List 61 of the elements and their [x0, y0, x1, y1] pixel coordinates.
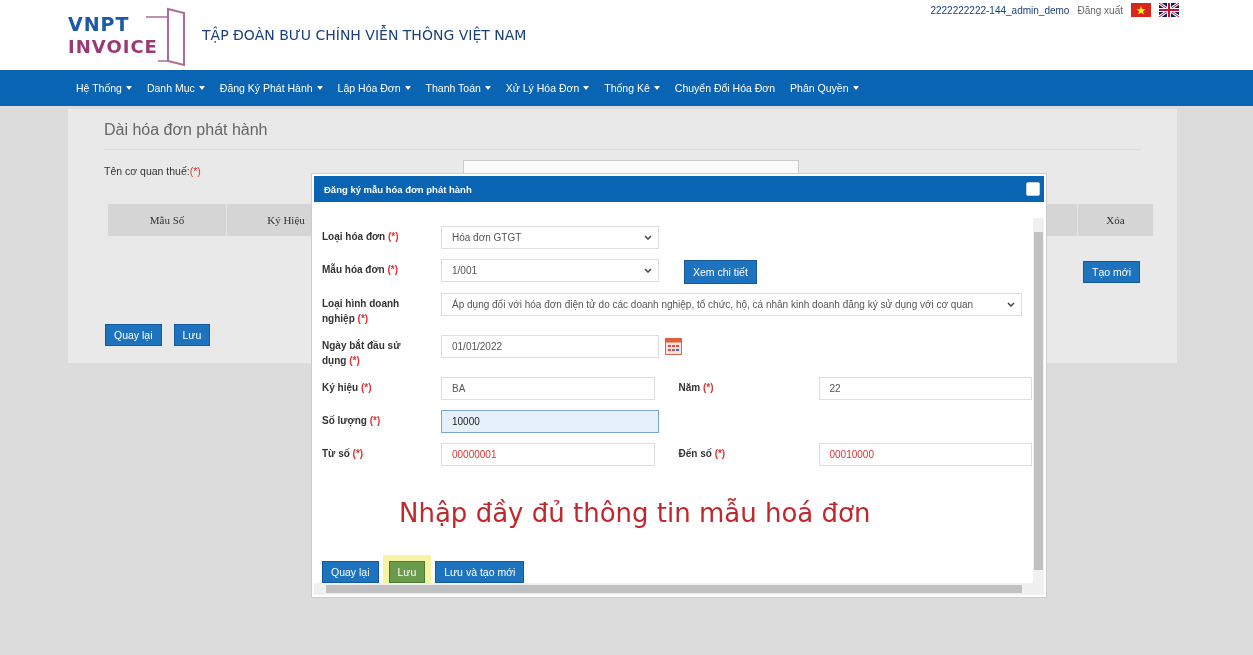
save-button[interactable]: Lưu: [388, 561, 426, 583]
text-field[interactable]: 22: [818, 377, 1032, 400]
create-button[interactable]: Tạo mới: [1083, 261, 1140, 283]
field-label: Mẫu hóa đơn (*): [322, 262, 399, 277]
text-field[interactable]: 00010000: [818, 443, 1032, 466]
view-details-button[interactable]: Xem chi tiết: [684, 260, 757, 284]
calendar-icon[interactable]: [665, 338, 682, 355]
nav-menu-item[interactable]: Lập Hóa Đơn: [337, 82, 411, 94]
nav-menu-item[interactable]: Thanh Toán: [425, 82, 491, 94]
text-field[interactable]: 10000: [441, 410, 659, 433]
field-label: Từ số (*): [322, 447, 365, 461]
select-field[interactable]: 1/001: [441, 259, 659, 282]
subtitle-caption: Nhập đầy đủ thông tin mẫu hoá đơn: [398, 497, 872, 530]
text-field[interactable]: BA: [441, 377, 655, 400]
page-title: Dài hóa đơn phát hành: [104, 121, 268, 139]
nav-menu-item[interactable]: Phân Quyền: [790, 82, 859, 94]
caret-icon: [198, 86, 205, 90]
horizontal-scrollbar[interactable]: [314, 583, 1044, 595]
nav-menu-item[interactable]: Thống Kê: [604, 82, 660, 94]
column-header: Xóa: [1077, 204, 1153, 236]
user-name: 2222222222-144_admin_demo: [930, 4, 1070, 16]
save-button[interactable]: Lưu: [173, 324, 211, 346]
field-label: Năm (*): [678, 381, 715, 395]
field-label: Số lượng (*): [322, 414, 382, 428]
save-and-new-button[interactable]: Lưu và tạo mới: [435, 561, 525, 583]
field-label: Ký hiệu (*): [322, 381, 373, 395]
caret-icon: [852, 86, 859, 90]
field-label: Loại hình doanh nghiệp (*): [322, 297, 401, 326]
uk-flag-icon[interactable]: [1159, 3, 1179, 17]
caret-icon: [583, 86, 590, 90]
back-button[interactable]: Quay lại: [322, 561, 379, 583]
chevron-down-icon: [644, 268, 652, 273]
caret-icon: [316, 86, 323, 90]
vietnam-flag-icon[interactable]: [1131, 3, 1151, 17]
logo-text: VNPT: [68, 14, 131, 34]
nav-menu-item[interactable]: Đăng Ký Phát Hành: [219, 82, 323, 94]
select-field[interactable]: Hóa đơn GTGT: [441, 226, 659, 249]
nav-menu-item[interactable]: Danh Mục: [146, 82, 205, 94]
field-label: Ngày bắt đầu sử dụng (*): [322, 338, 402, 368]
vertical-scrollbar[interactable]: [1033, 218, 1044, 584]
back-button[interactable]: Quay lại: [105, 324, 162, 346]
nav-menu-item[interactable]: Chuyển Đổi Hóa Đơn: [674, 82, 776, 94]
field-label: Tên cơ quan thuế:(*): [104, 165, 201, 177]
select-field[interactable]: Áp dụng đối với hóa đơn điện tử do các doanh nghiệp, tổ chức, hộ, cá nhân kinh doanh đăng ký sử dụng với cơ quan: [441, 293, 1022, 316]
field-label: Đến số (*): [678, 447, 727, 461]
caret-icon: [653, 86, 660, 90]
nav-menu-item[interactable]: Xử Lý Hóa Đơn: [505, 82, 590, 94]
chevron-down-icon: [644, 235, 652, 240]
date-field[interactable]: 01/01/2022: [441, 335, 659, 358]
nav-menu-item[interactable]: Hệ Thống: [76, 82, 132, 94]
dialog-title: Đăng ký mẫu hóa đơn phát hành: [324, 183, 472, 195]
logout-link[interactable]: Đăng xuất: [1077, 4, 1123, 16]
caret-icon: [404, 86, 411, 90]
logo-text: INVOICE: [68, 37, 158, 56]
caret-icon: [484, 86, 491, 90]
caret-icon: [125, 86, 132, 90]
close-button[interactable]: [1026, 182, 1040, 196]
chevron-down-icon: [1007, 302, 1015, 307]
column-header: Mẫu Số: [108, 204, 227, 236]
text-field[interactable]: 00000001: [441, 443, 655, 466]
organization-name: TẬP ĐOÀN BƯU CHÍNH VIỄN THÔNG VIỆT NAM: [202, 27, 527, 43]
